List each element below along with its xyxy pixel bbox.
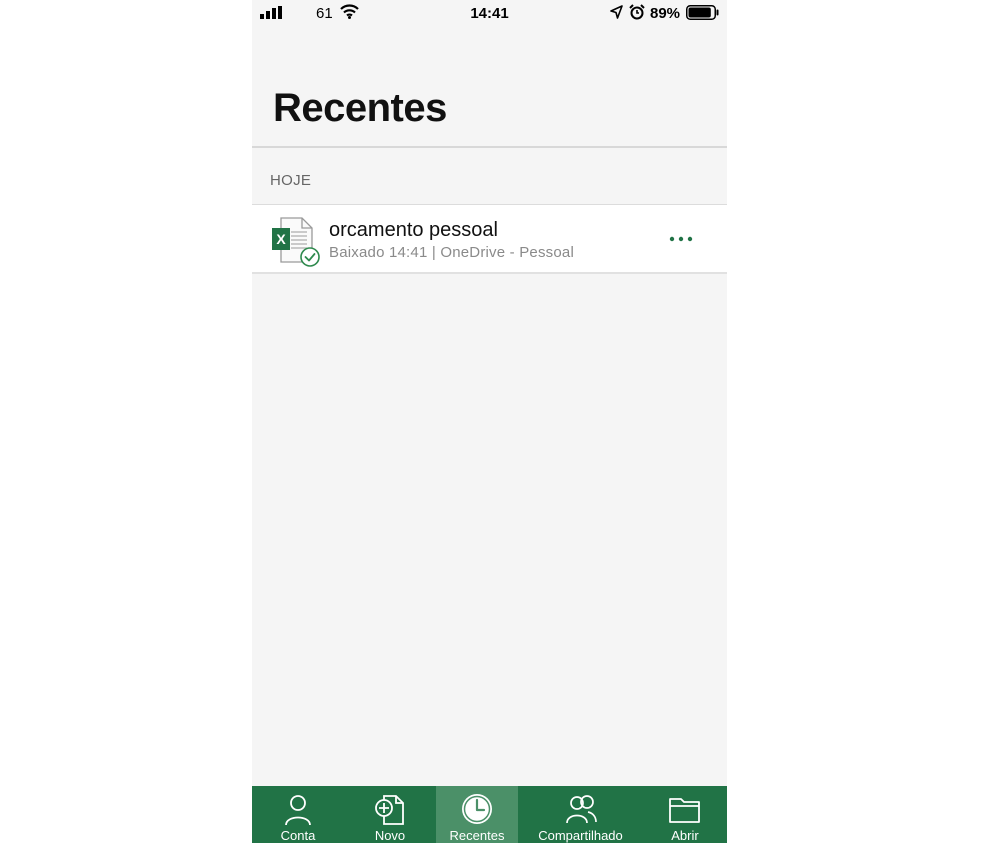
- more-options-button[interactable]: [667, 229, 695, 249]
- alarm-clock-icon: [629, 4, 645, 20]
- battery-icon: [686, 5, 719, 20]
- new-document-icon: [375, 795, 404, 825]
- excel-file-icon: X: [272, 217, 320, 267]
- tab-label: Novo: [374, 828, 406, 843]
- file-name: orcamento pessoal: [329, 219, 498, 241]
- tab-conta[interactable]: Conta: [252, 786, 344, 843]
- svg-text:X: X: [276, 231, 286, 247]
- bottom-tab-bar: Conta Novo Recentes Compartilhado Abrir: [252, 786, 727, 843]
- person-icon: [285, 795, 311, 826]
- folder-icon: [669, 798, 700, 823]
- file-list-item[interactable]: X orcamento pessoal Baixado 14:41 | OneD…: [252, 205, 727, 274]
- app-screen: 61 14:41 89% Recentes HOJE X orcamento p…: [252, 0, 727, 843]
- tab-label: Conta: [280, 828, 316, 843]
- file-meta: Baixado 14:41 | OneDrive - Pessoal: [329, 244, 574, 261]
- tab-abrir[interactable]: Abrir: [643, 786, 727, 843]
- status-bar: 61 14:41 89%: [252, 0, 727, 28]
- tab-compartilhado[interactable]: Compartilhado: [518, 786, 643, 843]
- tab-label: Recentes: [449, 828, 505, 843]
- clock-icon: [462, 794, 492, 824]
- header-divider: [252, 146, 727, 148]
- location-arrow-icon: [610, 5, 623, 19]
- tab-label: Abrir: [671, 828, 699, 843]
- tab-recentes[interactable]: Recentes: [436, 786, 518, 843]
- battery-percentage: 89%: [650, 5, 681, 22]
- page-title: Recentes: [273, 86, 447, 130]
- tab-label: Compartilhado: [538, 828, 623, 843]
- section-header-today: HOJE: [270, 172, 312, 189]
- tab-novo[interactable]: Novo: [344, 786, 436, 843]
- people-icon: [565, 795, 597, 824]
